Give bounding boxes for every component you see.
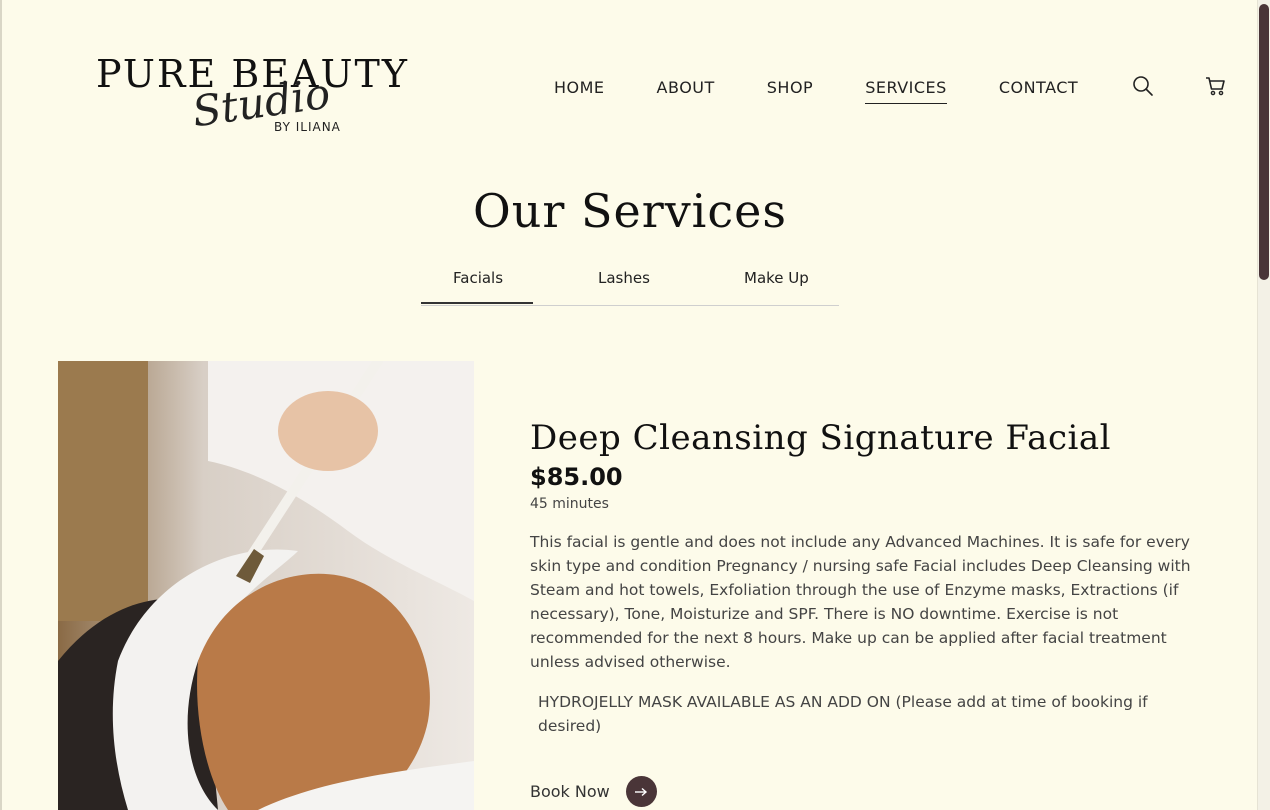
active-tab-indicator (421, 302, 533, 304)
service-price: $85.00 (530, 463, 623, 491)
tab-make-up[interactable]: Make Up (744, 269, 809, 287)
cart-icon[interactable] (1204, 74, 1228, 98)
window-edge (0, 0, 2, 810)
main-nav: HOME ABOUT SHOP SERVICES CONTACT (554, 78, 1130, 104)
service-title: Deep Cleansing Signature Facial (530, 418, 1111, 458)
arrow-right-icon (625, 776, 657, 807)
search-icon[interactable] (1131, 74, 1155, 98)
nav-about[interactable]: ABOUT (657, 78, 715, 104)
service-tabs: Facials Lashes Make Up (421, 265, 839, 306)
nav-services[interactable]: SERVICES (865, 78, 947, 104)
tab-lashes[interactable]: Lashes (598, 269, 650, 287)
logo-byline: BY ILIANA (274, 120, 341, 134)
book-now-button[interactable]: Book Now (530, 776, 657, 807)
tab-facials[interactable]: Facials (453, 269, 503, 287)
service-duration: 45 minutes (530, 496, 609, 512)
page-title: Our Services (473, 184, 787, 238)
nav-home[interactable]: HOME (554, 78, 605, 104)
service-addon-note: HYDROJELLY MASK AVAILABLE AS AN ADD ON (… (538, 693, 1148, 735)
scrollbar-thumb[interactable] (1259, 4, 1269, 280)
book-now-label: Book Now (530, 782, 610, 801)
brand-logo[interactable]: PURE BEAUTY Studio BY ILIANA (96, 52, 407, 142)
service-description: This facial is gentle and does not inclu… (530, 533, 1191, 671)
nav-contact[interactable]: CONTACT (999, 78, 1078, 104)
service-photo (58, 361, 474, 810)
nav-shop[interactable]: SHOP (767, 78, 813, 104)
